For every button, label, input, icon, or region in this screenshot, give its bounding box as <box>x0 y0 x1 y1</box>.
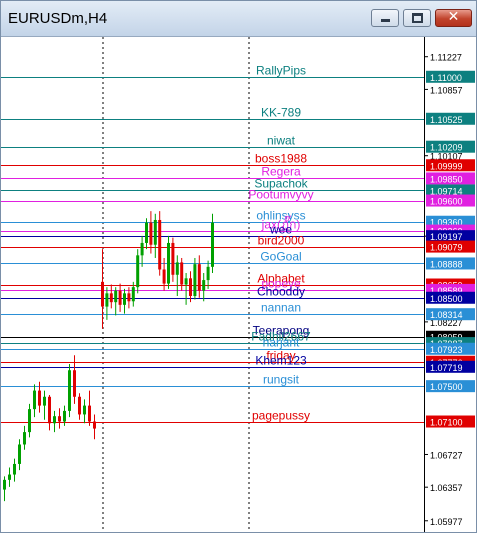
price-axis-border <box>424 37 425 532</box>
level-label: niwat <box>267 134 296 148</box>
price-tick-label: 1.05977 <box>430 517 463 527</box>
candle-body <box>149 222 153 245</box>
candle-body <box>153 219 157 245</box>
maximize-button[interactable] <box>403 9 431 27</box>
candle-body <box>58 416 61 422</box>
candle-body <box>23 432 26 445</box>
candle-body <box>202 280 206 291</box>
candle-body <box>162 269 166 284</box>
candle-body <box>175 262 179 275</box>
candle-body <box>28 409 31 433</box>
candle-body <box>73 370 76 397</box>
price-box-label: 1.09600 <box>430 197 463 207</box>
price-chart[interactable]: RallyPipsKK-789niwatboss1988RegeraSupach… <box>1 37 476 532</box>
candle-body <box>63 410 66 422</box>
candle-body <box>18 444 21 464</box>
candle-body <box>88 405 91 422</box>
candle-body <box>206 266 210 281</box>
candle-body <box>211 222 214 267</box>
candle-body <box>93 421 96 429</box>
price-box-label: 1.09850 <box>430 174 463 184</box>
level-label: pagepussy <box>252 409 310 423</box>
candle-body <box>136 255 140 288</box>
candle-body <box>127 293 131 302</box>
close-icon: ✕ <box>447 9 460 25</box>
candle-body <box>43 396 46 406</box>
price-box-label: 1.11000 <box>430 73 462 83</box>
candle-body <box>109 293 113 303</box>
price-box-label: 1.09999 <box>430 161 463 171</box>
candle-body <box>193 264 197 296</box>
price-tick-label: 1.10857 <box>430 85 463 95</box>
window-title: EURUSDm,H4 <box>8 10 108 27</box>
level-label: boss1988 <box>255 152 307 166</box>
price-box-label: 1.10525 <box>430 115 463 125</box>
price-box-label: 1.08314 <box>430 310 463 320</box>
price-tick-label: 1.06357 <box>430 483 463 493</box>
close-button[interactable]: ✕ <box>435 9 472 27</box>
price-box-label: 1.10209 <box>430 143 463 153</box>
candle-body <box>118 290 122 305</box>
candle-body <box>145 222 148 243</box>
price-box-label: 1.07923 <box>430 345 463 355</box>
candle-body <box>167 242 170 284</box>
candle-body <box>101 281 104 307</box>
candle-body <box>105 293 109 307</box>
candle-body <box>3 479 6 490</box>
candle-body <box>158 219 162 270</box>
level-label: Pootumvyvy <box>248 188 313 202</box>
candle-body <box>48 396 51 424</box>
candle-body <box>38 390 41 406</box>
candle-body <box>33 390 36 410</box>
level-label: Chooddy <box>257 285 305 299</box>
level-label: nannan <box>261 301 301 315</box>
maximize-icon <box>412 13 423 23</box>
price-tick-label: 1.06727 <box>430 450 463 460</box>
level-label: KK-789 <box>261 106 301 120</box>
chart-window: EURUSDm,H4 ✕ RallyPips KK-789 niwat boss198… <box>0 0 477 533</box>
candle-body <box>131 287 135 302</box>
price-tick-label: 1.11227 <box>430 53 462 63</box>
price-box-label: 1.07100 <box>430 418 463 428</box>
level-label: RallyPips <box>256 64 306 78</box>
title-bar[interactable]: EURUSDm,H4 ✕ <box>1 1 476 37</box>
price-box-label: 1.08888 <box>430 259 463 269</box>
candle-body <box>189 278 192 296</box>
candle-body <box>53 416 56 424</box>
candle-body <box>171 242 175 275</box>
level-label: GoGoal <box>260 250 301 264</box>
candle-body <box>197 264 201 291</box>
candle-body <box>123 293 126 305</box>
price-box-label: 1.07719 <box>430 363 463 373</box>
candle-body <box>13 463 16 475</box>
price-box-label: 1.08500 <box>430 294 463 304</box>
price-box-label: 1.07500 <box>430 382 463 392</box>
candle-body <box>8 474 11 480</box>
candle-body <box>184 278 188 285</box>
level-label: rungsit <box>263 373 300 387</box>
candle-body <box>68 370 71 411</box>
candle-body <box>180 262 184 285</box>
level-label: narjant <box>263 336 300 350</box>
level-label: bird2000 <box>258 234 305 248</box>
minimize-icon <box>381 19 390 22</box>
candle-body <box>78 396 81 415</box>
candle-body <box>83 405 86 415</box>
candle-body <box>140 242 144 256</box>
level-label: Khem123 <box>255 354 307 368</box>
candle-body <box>114 290 118 303</box>
price-box-label: 1.09079 <box>430 243 463 253</box>
minimize-button[interactable] <box>371 9 399 27</box>
